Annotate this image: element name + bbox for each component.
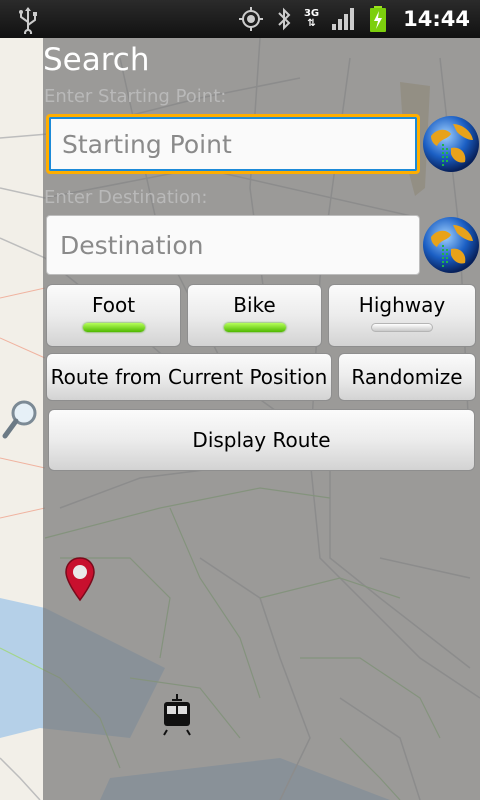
tram-stop-icon [163, 694, 191, 736]
bluetooth-icon [278, 7, 291, 31]
signal-icon [332, 8, 355, 30]
bike-toggle-indicator [223, 323, 286, 332]
destination-input[interactable]: Destination [46, 215, 420, 275]
bike-toggle-button[interactable]: Bike [187, 284, 322, 347]
route-from-current-position-button[interactable]: Route from Current Position [46, 353, 332, 401]
gps-icon [238, 7, 263, 31]
network-3g-icon: 3G ⇅ [303, 8, 320, 29]
search-map-icon[interactable] [2, 398, 40, 440]
highway-toggle-indicator [371, 323, 433, 332]
foot-toggle-label: Foot [91, 293, 136, 317]
location-marker-icon[interactable] [64, 556, 96, 602]
starting-point-input[interactable]: Starting Point [46, 114, 420, 174]
usb-icon [19, 7, 37, 34]
clock: 14:44 [403, 7, 470, 31]
highway-toggle-label: Highway [358, 293, 446, 317]
bike-toggle-label: Bike [233, 293, 276, 317]
globe-icon[interactable] [421, 215, 480, 275]
page-title: Search [43, 42, 150, 78]
battery-charging-icon [370, 6, 387, 32]
display-route-button[interactable]: Display Route [48, 409, 475, 471]
start-label: Enter Starting Point: [44, 86, 227, 107]
status-bar: 3G ⇅ 14:44 [0, 0, 480, 38]
highway-toggle-button[interactable]: Highway [328, 284, 476, 347]
destination-label: Enter Destination: [44, 187, 208, 208]
foot-toggle-button[interactable]: Foot [46, 284, 181, 347]
globe-icon[interactable] [421, 114, 480, 174]
randomize-button[interactable]: Randomize [338, 353, 476, 401]
foot-toggle-indicator [82, 323, 145, 332]
